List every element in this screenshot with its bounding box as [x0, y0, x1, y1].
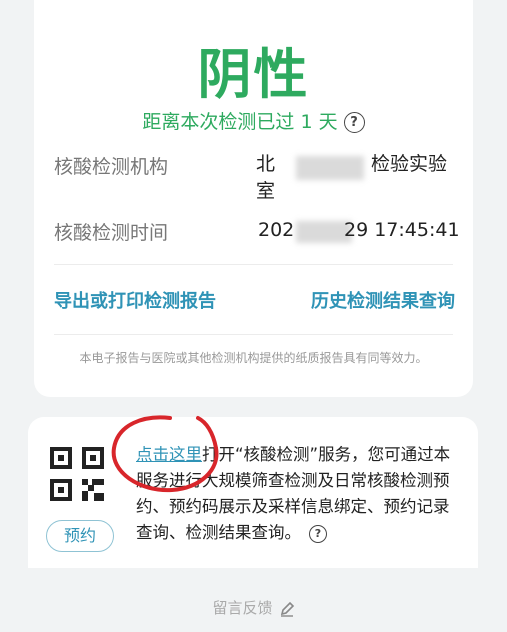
institution-value-start: 北 — [256, 153, 276, 175]
institution-value-line2: 室 — [256, 180, 276, 202]
service-card: 预约 点击这里打开“核酸检测”服务，您可通过本服务进行大规模筛查检测及日常核酸检… — [28, 417, 478, 568]
institution-label: 核酸检测机构 — [54, 156, 169, 178]
pencil-icon — [280, 601, 294, 617]
divider — [54, 334, 453, 335]
test-result-status: 阴性 — [197, 43, 310, 106]
test-time-label: 核酸检测时间 — [54, 222, 169, 244]
feedback-label: 留言反馈 — [212, 599, 273, 617]
help-icon[interactable]: ? — [309, 524, 327, 543]
feedback-link[interactable]: 留言反馈 — [0, 597, 507, 618]
divider — [54, 264, 453, 265]
click-here-link[interactable]: 点击这里 — [136, 445, 202, 464]
book-button[interactable]: 预约 — [46, 520, 114, 552]
help-icon[interactable]: ? — [343, 112, 365, 133]
export-report-link[interactable]: 导出或打印检测报告 — [54, 287, 216, 313]
result-card: 阴性 距离本次检测已过 1 天? 核酸检测机构 北 检验实验 室 核酸检测时间 … — [34, 0, 473, 397]
elapsed-time-text: 距离本次检测已过 1 天? — [34, 107, 473, 134]
service-description: 点击这里打开“核酸检测”服务，您可通过本服务进行大规模筛查检测及日常核酸检测预约… — [136, 442, 464, 546]
disclaimer-text: 本电子报告与医院或其他检测机构提供的纸质报告具有同等效力。 — [79, 351, 428, 365]
qr-code-icon — [50, 447, 104, 501]
history-results-link[interactable]: 历史检测结果查询 — [311, 287, 455, 313]
test-time-value-start: 202 — [258, 219, 295, 241]
test-time-value-end: 29 17:45:41 — [344, 219, 460, 241]
elapsed-label: 距离本次检测已过 1 天 — [142, 111, 338, 133]
redacted-institution — [296, 156, 364, 180]
institution-value-end: 检验实验 — [371, 153, 448, 175]
